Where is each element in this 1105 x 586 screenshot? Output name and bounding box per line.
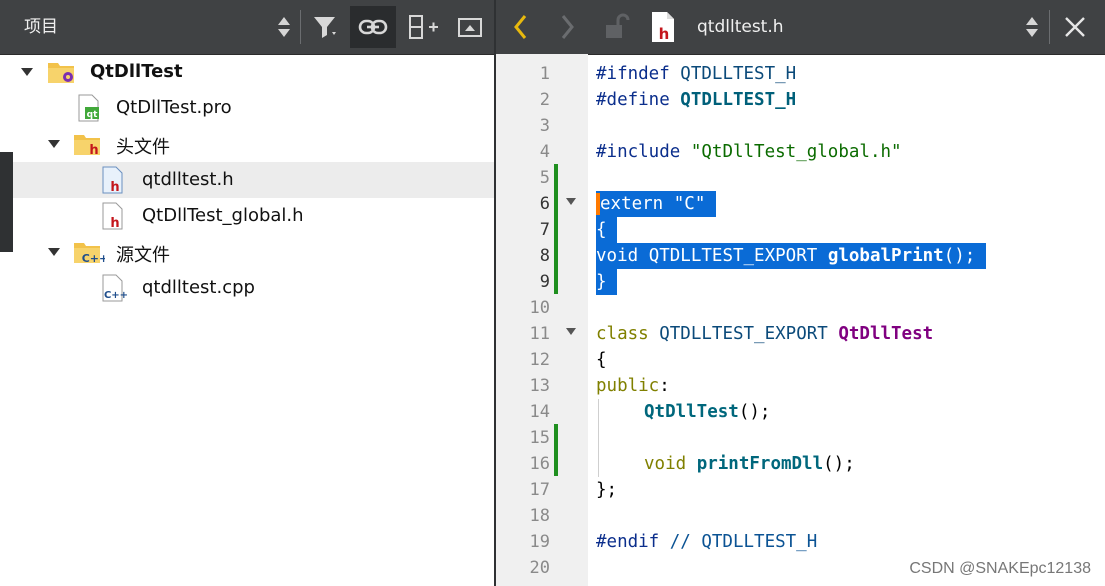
svg-text:C++: C++ <box>82 252 105 265</box>
tree-item-headers-folder[interactable]: h 头文件 <box>13 126 494 162</box>
filter-icon[interactable] <box>303 6 349 48</box>
source-folder-icon: C++ <box>73 238 108 270</box>
code-line: #ifndef QTDLLTEST_H <box>596 64 797 84</box>
close-icon[interactable] <box>1052 6 1098 48</box>
unlock-icon[interactable] <box>594 6 640 48</box>
line-number: 9 <box>539 272 550 292</box>
tree-item-label: 头文件 <box>116 137 170 158</box>
forward-icon[interactable] <box>544 6 590 48</box>
line-number-gutter: 1 2 3 4 5 6 7 8 9 10 11 12 13 14 15 16 1… <box>496 54 588 586</box>
project-toolbar: 项目 <box>0 0 494 55</box>
code-line-selected: } <box>596 269 618 295</box>
tree-item-qtdlltest-cpp[interactable]: C++ qtdlltest.cpp <box>13 270 494 306</box>
code-line-selected: void QTDLLTEST_EXPORT globalPrint(); <box>596 243 986 269</box>
code-line: #define QTDLLTEST_H <box>596 90 797 110</box>
code-line: #include "QtDllTest_global.h" <box>596 142 902 162</box>
line-number: 7 <box>539 220 550 240</box>
change-marker <box>554 164 558 294</box>
line-number: 5 <box>539 168 550 188</box>
expand-arrow-icon[interactable] <box>48 140 60 148</box>
expand-arrow-icon[interactable] <box>48 248 60 256</box>
indent-guide <box>598 399 599 477</box>
tree-item-global-h[interactable]: h QtDllTest_global.h <box>13 198 494 234</box>
tree-item-sources-folder[interactable]: C++ 源文件 <box>13 234 494 270</box>
tree-item-qtdlltest-h[interactable]: h qtdlltest.h <box>13 162 494 198</box>
line-number: 6 <box>539 194 550 214</box>
tree-item-label: QtDllTest <box>90 61 183 82</box>
project-folder-icon <box>47 58 77 90</box>
header-file-icon: h <box>640 6 686 48</box>
svg-text:h: h <box>659 25 670 43</box>
svg-text:qt: qt <box>87 110 98 120</box>
code-line: void printFromDll(); <box>644 454 855 474</box>
cpp-file-icon: C++ <box>101 274 128 306</box>
tree-item-project[interactable]: QtDllTest <box>13 54 494 90</box>
tree-item-label: qtdlltest.cpp <box>142 277 255 298</box>
svg-text:h: h <box>89 143 98 158</box>
line-number: 1 <box>539 64 550 84</box>
line-number: 18 <box>529 506 550 526</box>
code-line: QtDllTest(); <box>644 402 771 422</box>
line-number: 8 <box>539 246 550 266</box>
back-icon[interactable] <box>498 6 544 48</box>
line-number: 14 <box>529 402 550 422</box>
tree-item-label: 源文件 <box>116 245 170 266</box>
editor-toolbar: h qtdlltest.h <box>496 0 1105 55</box>
header-file-icon: h <box>101 166 125 198</box>
svg-text:h: h <box>110 216 119 230</box>
line-number: 3 <box>539 116 550 136</box>
tree-item-label: QtDllTest.pro <box>116 97 232 118</box>
qt-pro-file-icon: qt <box>77 94 101 126</box>
line-number: 15 <box>529 428 550 448</box>
editor-pane: h qtdlltest.h 1 2 3 4 5 6 7 8 9 10 11 12… <box>496 0 1105 586</box>
header-folder-icon: h <box>73 130 103 162</box>
tree-item-pro-file[interactable]: qt QtDllTest.pro <box>13 90 494 126</box>
code-line: { <box>596 350 607 370</box>
project-pane: 项目 QtDllTest qt QtDllTest.pro h 头文件 h qt… <box>0 0 494 586</box>
svg-text:h: h <box>110 180 119 194</box>
code-line: #endif // QTDLLTEST_H <box>596 532 818 552</box>
tree-item-label: qtdlltest.h <box>142 169 234 190</box>
line-number: 12 <box>529 350 550 370</box>
code-line: public: <box>596 376 670 396</box>
line-number: 20 <box>529 558 550 578</box>
change-marker <box>554 424 558 476</box>
watermark-text: CSDN @SNAKEpc12138 <box>909 560 1091 577</box>
split-add-icon[interactable] <box>400 6 446 48</box>
code-area[interactable]: #ifndef QTDLLTEST_H #define QTDLLTEST_H … <box>588 54 1105 586</box>
line-number: 16 <box>529 454 550 474</box>
line-number: 10 <box>529 298 550 318</box>
view-selector-label[interactable]: 项目 <box>24 17 58 37</box>
line-number: 2 <box>539 90 550 110</box>
header-file-icon: h <box>101 202 125 234</box>
line-number: 4 <box>539 142 550 162</box>
tree-item-label: QtDllTest_global.h <box>142 205 304 226</box>
line-number: 11 <box>529 324 550 344</box>
line-number: 13 <box>529 376 550 396</box>
fold-arrow-icon[interactable] <box>566 328 576 335</box>
code-line-selected: extern "C" <box>596 191 716 217</box>
code-line: }; <box>596 480 618 500</box>
code-line: class QTDLLTEST_EXPORT QtDllTest <box>596 324 934 344</box>
fold-arrow-icon[interactable] <box>566 198 576 205</box>
expand-icon[interactable] <box>447 6 493 48</box>
svg-text:C++: C++ <box>104 290 127 301</box>
expand-arrow-icon[interactable] <box>21 68 33 76</box>
line-number: 19 <box>529 532 550 552</box>
file-selector-updown-icon[interactable] <box>1026 14 1038 40</box>
code-line-selected: { <box>596 217 618 243</box>
link-icon[interactable] <box>350 6 396 48</box>
line-number: 17 <box>529 480 550 500</box>
open-file-name[interactable]: qtdlltest.h <box>697 17 784 37</box>
view-selector-updown-icon[interactable] <box>278 14 290 40</box>
